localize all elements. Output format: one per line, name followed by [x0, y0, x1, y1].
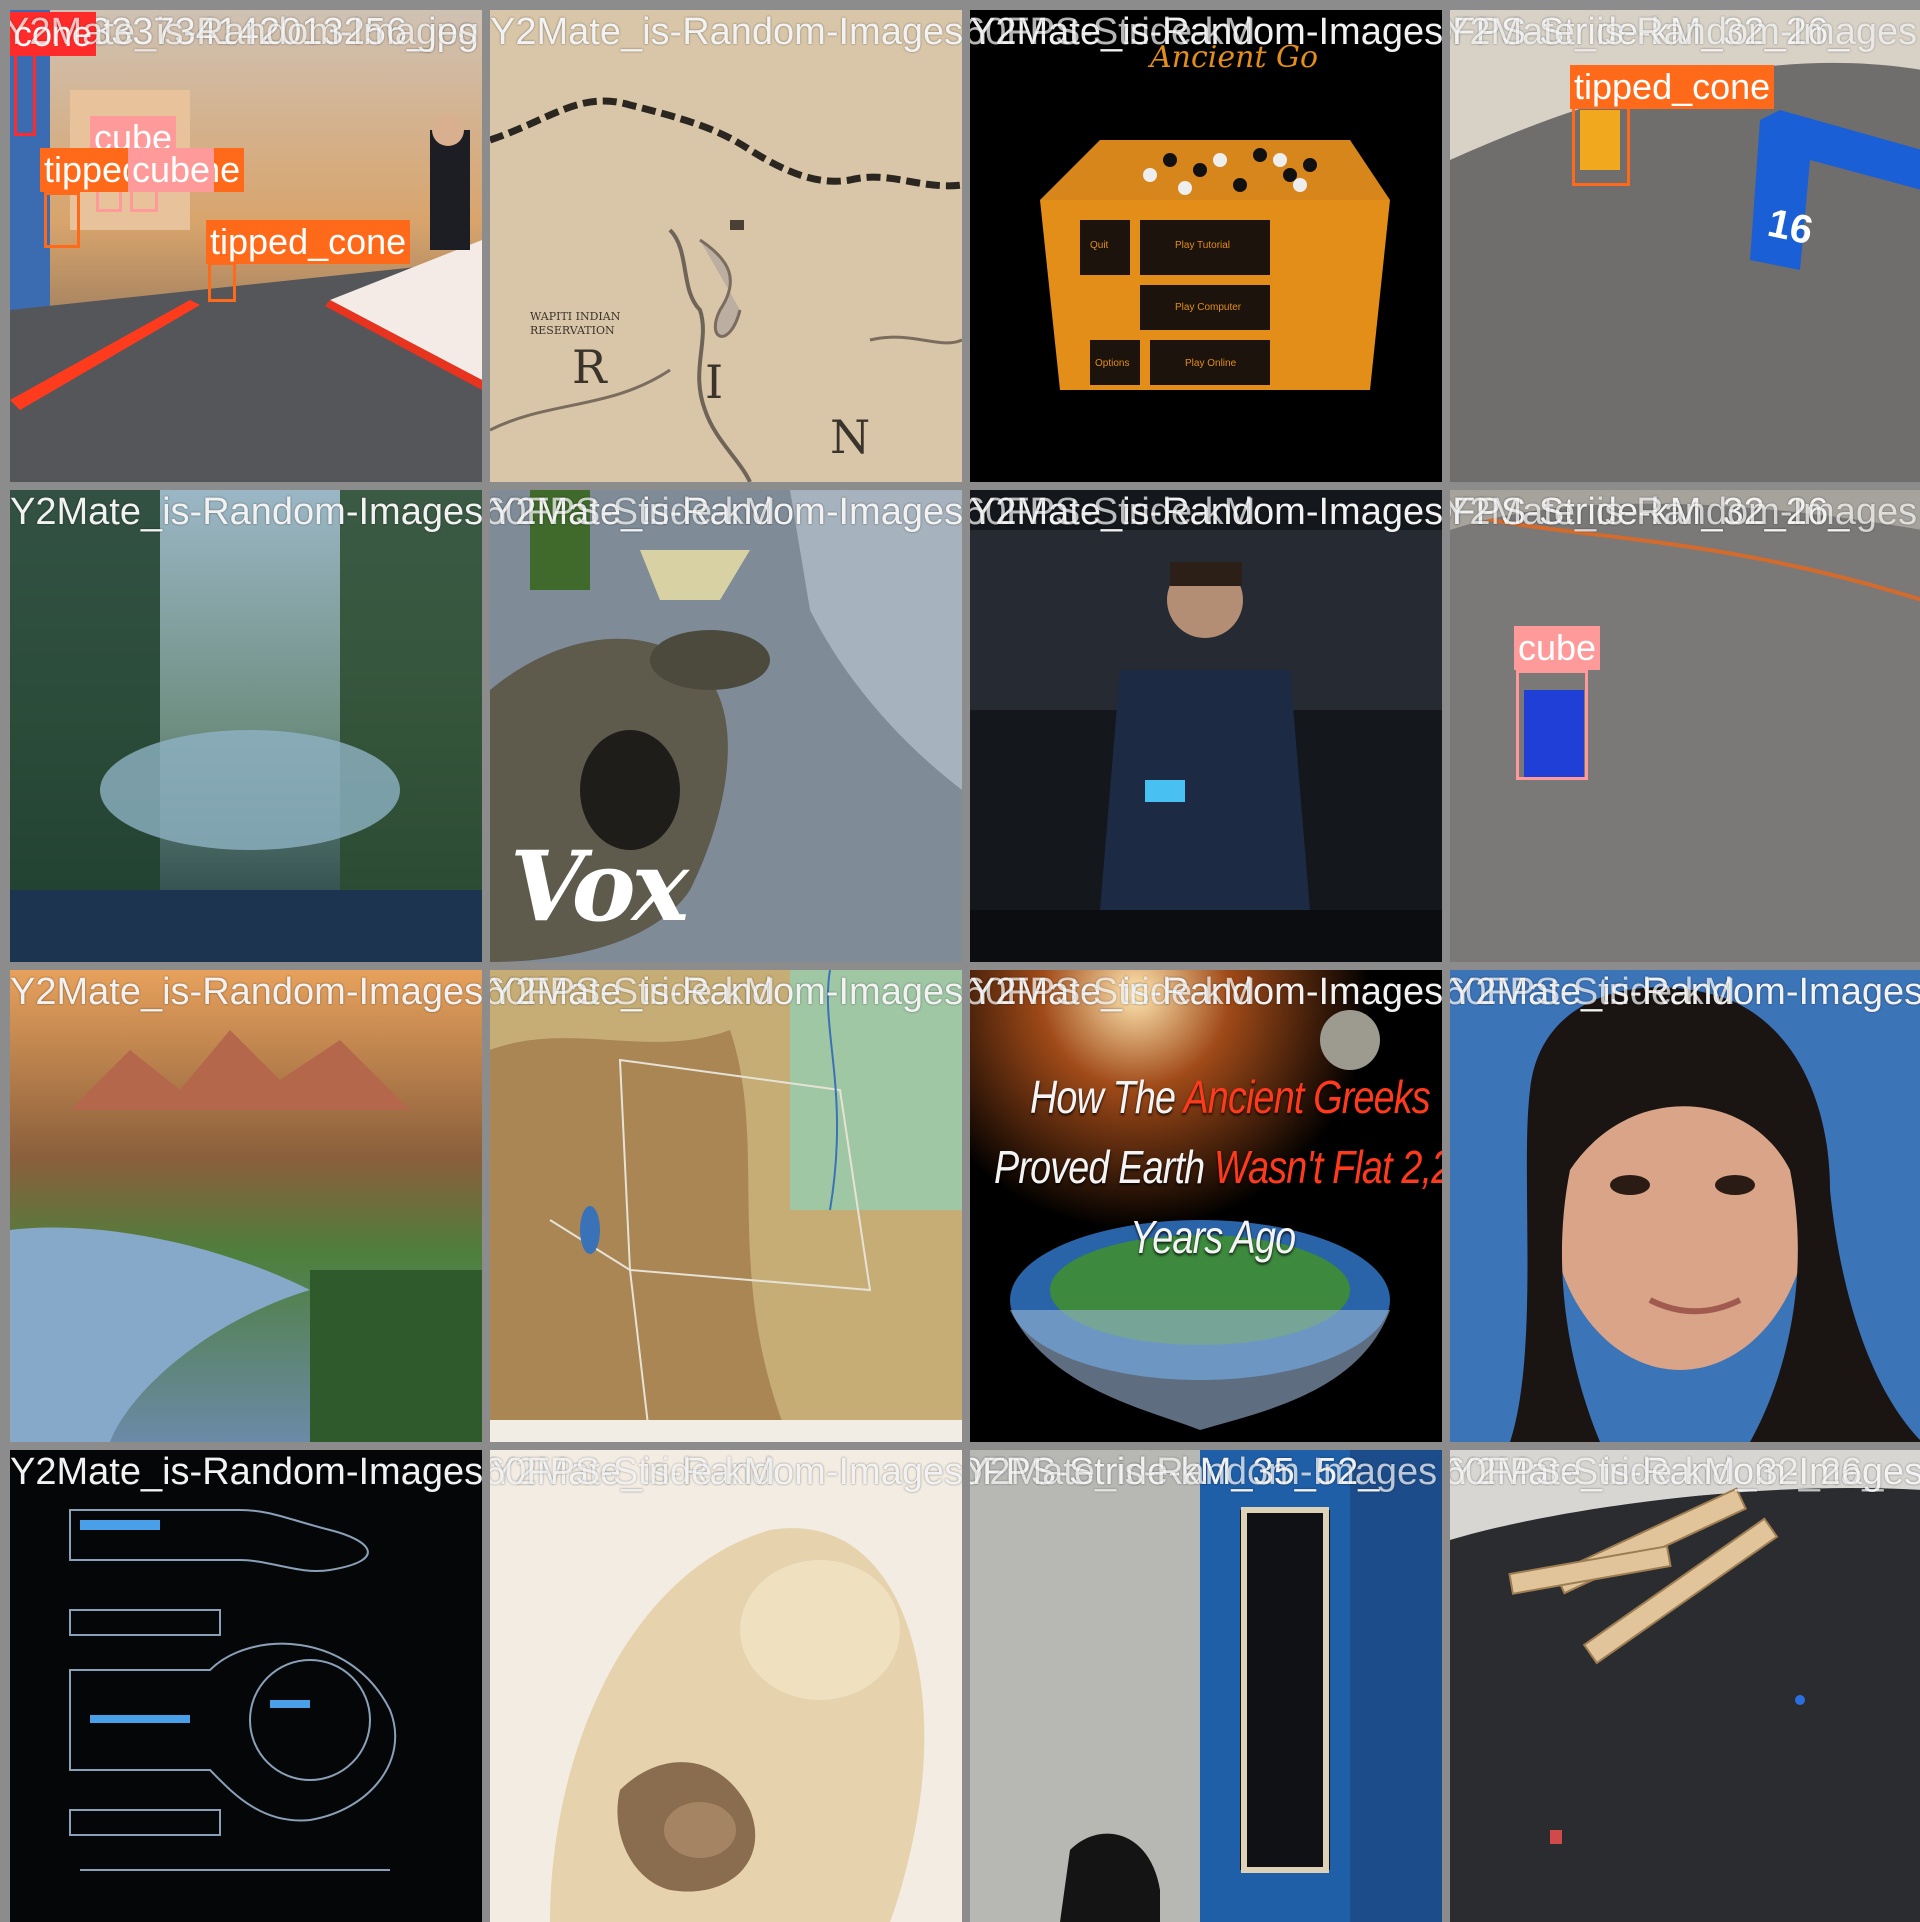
tile-12[interactable]: Y2Mate_is-Random-Images 60FPS-Stride-kM	[1450, 970, 1920, 1442]
tile-4-label-tipped: tipped_cone	[1570, 65, 1775, 109]
tile-11-image	[970, 970, 1442, 1442]
tile-13-image	[10, 1450, 482, 1922]
tile-16-filename-overlap: 60FPS-Stride-kM_32_26_	[1450, 1451, 1884, 1493]
tile-3[interactable]: Ancient Go Quit Play Tutorial Play Compu…	[970, 10, 1442, 482]
tile-12-image	[1450, 970, 1920, 1442]
tile-3-menu-quit[interactable]: Quit	[1090, 240, 1108, 251]
tile-9-image	[10, 970, 482, 1442]
tile-11-title-1a: How The	[1030, 1071, 1184, 1123]
tile-4-box-tipped	[1572, 104, 1630, 186]
tile-1-box-cone	[14, 50, 36, 136]
tile-10-filename-overlap: 60FPS-Stride-kM	[490, 971, 776, 1013]
tile-16[interactable]: Y2Mate_is-Random-Images 60FPS-Stride-kM_…	[1450, 1450, 1920, 1922]
tile-11[interactable]: How The Ancient Greeks Proved Earth Wasn…	[970, 970, 1442, 1442]
tile-7[interactable]: Y2Mate_is-Random-Images 60FPS-Stride-kM	[970, 490, 1442, 962]
tile-12-filename-overlap: 60FPS-Stride-kM	[1450, 971, 1736, 1013]
tile-8[interactable]: cube 60FPS-Stride-kM_32_26_ Y2Mate_is-Ra…	[1450, 490, 1920, 962]
tile-15-filename-overlap: Y2Mate_is-Random-Images	[970, 1451, 1438, 1493]
tile-2-map-letter-i: I	[705, 355, 724, 409]
tile-14-image	[490, 1450, 962, 1922]
tile-4-cube-number: 16	[1764, 200, 1817, 254]
tile-1-label-cube-b: cube	[128, 148, 215, 192]
tile-11-title-2b: Wasn't Flat 2,200	[1213, 1141, 1442, 1193]
tile-13[interactable]: Y2Mate_is-Random-Images	[10, 1450, 482, 1922]
tile-7-filename-overlap: 60FPS-Stride-kM	[970, 491, 1256, 533]
tile-6-logo-vox: Vox	[510, 830, 689, 943]
tile-3-menu-options[interactable]: Options	[1095, 358, 1129, 369]
tile-8-label-cube: cube	[1514, 626, 1601, 670]
tile-1[interactable]: 333734142013256_jpg cone cube tipped_con…	[10, 10, 482, 482]
tile-6[interactable]: Vox Y2Mate_is-Random-Images 60FPS-Stride…	[490, 490, 962, 962]
tile-11-title-line-1: How The Ancient Greeks	[1030, 1070, 1431, 1124]
tile-16-image	[1450, 1450, 1920, 1922]
tile-2-filename: Y2Mate_is-Random-Images	[490, 11, 962, 53]
tile-10-image	[490, 970, 962, 1442]
tile-9[interactable]: Y2Mate_is-Random-Images	[10, 970, 482, 1442]
tile-14[interactable]: Y2Mate_is-Random-Images 60FPS-Stride-kM	[490, 1450, 962, 1922]
tile-6-filename-overlap: 60FPS-Stride-kM	[490, 491, 776, 533]
tile-9-filename: Y2Mate_is-Random-Images	[10, 971, 482, 1013]
tile-5-filename: Y2Mate_is-Random-Images	[10, 491, 482, 533]
tile-14-filename-overlap: 60FPS-Stride-kM	[490, 1451, 776, 1493]
tile-8-filename-overlap: Y2Mate_is-Random-Images	[1450, 491, 1918, 533]
tile-10[interactable]: Y2Mate_is-Random-Images 60FPS-Stride-kM	[490, 970, 962, 1442]
tile-3-menu-computer[interactable]: Play Computer	[1175, 302, 1241, 313]
tile-11-title-2a: Proved Earth	[994, 1141, 1214, 1193]
tile-2-map-letter-n: N	[830, 410, 871, 464]
tile-11-title-line-3: Years Ago	[1130, 1210, 1296, 1264]
tile-15[interactable]: 60FPS-Stride-kM_35_52_ Y2Mate_is-Random-…	[970, 1450, 1442, 1922]
tile-3-filename-overlap: 60FPS-Stride-kM	[970, 11, 1256, 53]
tile-11-title-line-2: Proved Earth Wasn't Flat 2,200	[994, 1140, 1442, 1194]
tile-11-filename-overlap: 60FPS-Stride-kM	[970, 971, 1256, 1013]
tile-2-image	[490, 10, 962, 482]
tile-1-filename-overlap: Y2Mate_is-Random-Images	[10, 11, 478, 53]
tile-2[interactable]: WAPITI INDIAN RESERVATION R I N Y2Mate_i…	[490, 10, 962, 482]
tile-11-title-1b: Ancient Greeks	[1183, 1071, 1430, 1123]
tile-11-title-3a: Years Ago	[1130, 1211, 1296, 1263]
tile-3-menu-online[interactable]: Play Online	[1185, 358, 1236, 369]
tile-4-filename-overlap: Y2Mate_is-Random-Images	[1450, 11, 1918, 53]
tile-1-box-tipped-a	[44, 192, 80, 248]
tile-5[interactable]: Y2Mate_is-Random-Images	[10, 490, 482, 962]
tile-7-image	[970, 490, 1442, 962]
tile-2-map-letter-r: R	[572, 340, 607, 394]
tile-2-map-region: WAPITI INDIAN RESERVATION	[530, 310, 621, 337]
tile-1-box-tipped-b	[208, 262, 236, 302]
tile-1-label-tipped-b: tipped_cone	[206, 220, 411, 264]
tile-3-menu-tutorial[interactable]: Play Tutorial	[1175, 240, 1230, 251]
tile-5-image	[10, 490, 482, 962]
tile-15-image	[970, 1450, 1442, 1922]
tile-8-box-cube	[1516, 670, 1588, 780]
tile-4[interactable]: 16 tipped_cone 60FPS-Stride-kM_32_26_ Y2…	[1450, 10, 1920, 482]
tile-13-filename: Y2Mate_is-Random-Images	[10, 1451, 482, 1493]
